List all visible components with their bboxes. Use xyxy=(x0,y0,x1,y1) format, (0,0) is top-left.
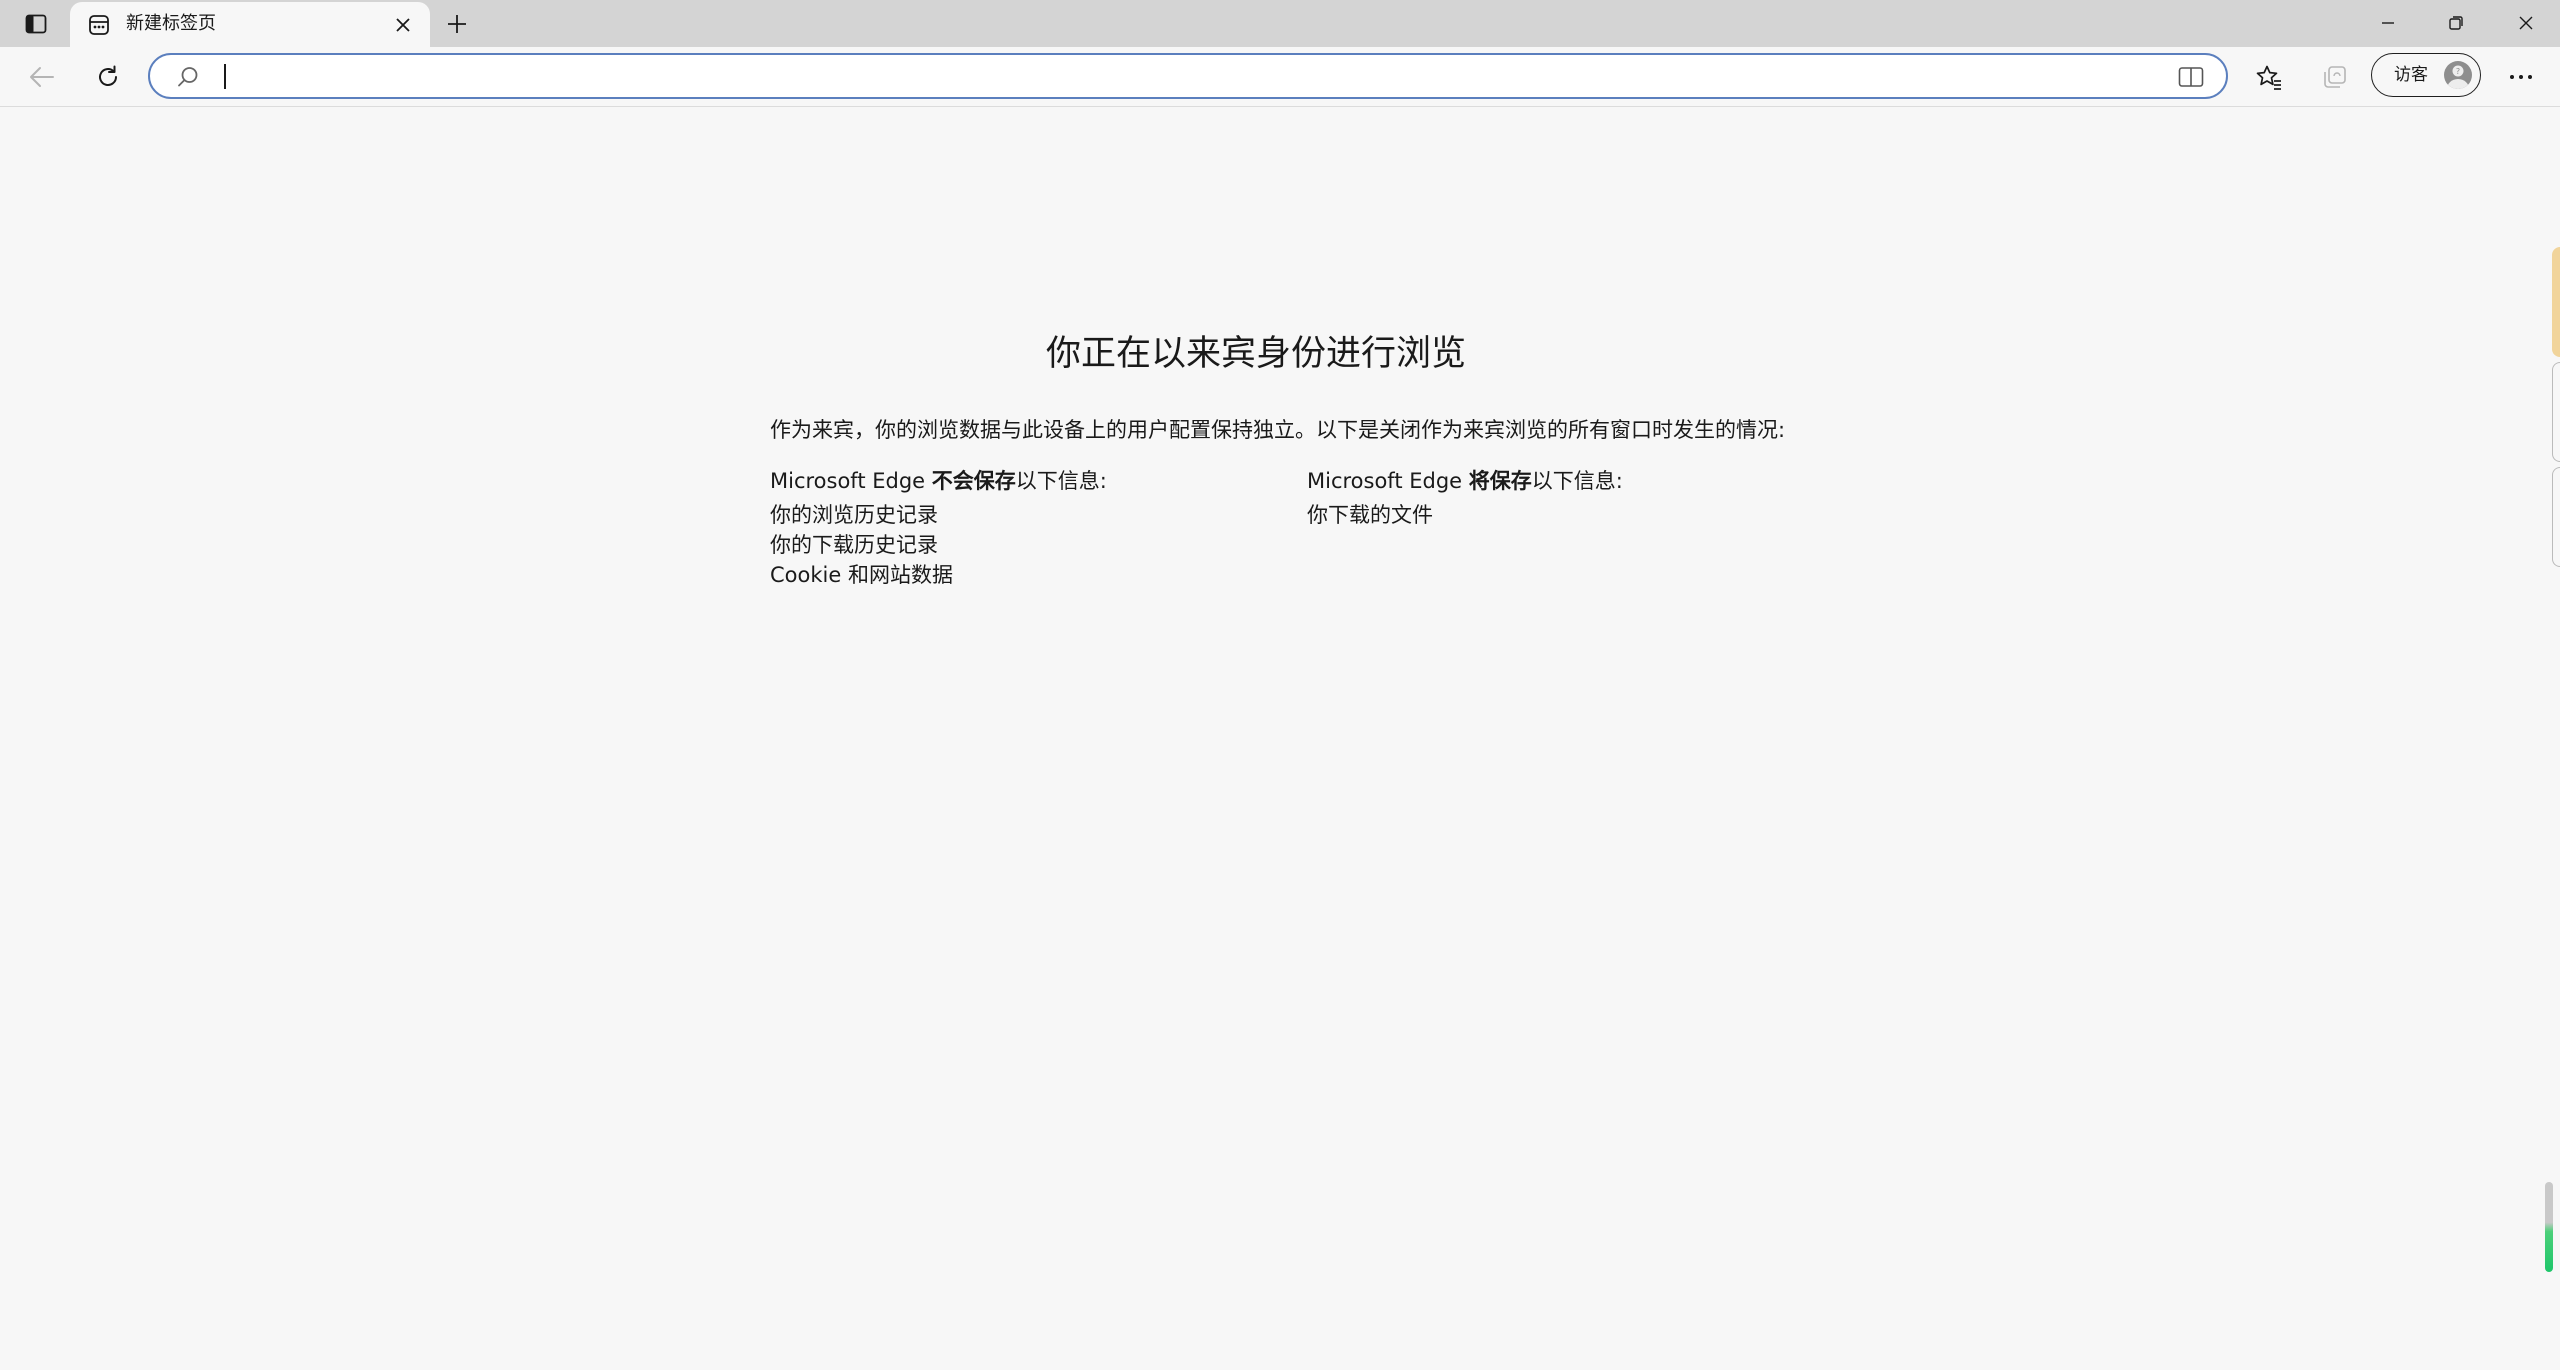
more-icon xyxy=(2510,75,2532,79)
new-tab-page-icon xyxy=(89,15,109,35)
close-icon xyxy=(2519,16,2533,30)
saved-section: Microsoft Edge 将保存以下信息: 你下载的文件 xyxy=(1307,466,1623,530)
guest-avatar-icon: ? xyxy=(2444,61,2472,89)
address-input[interactable] xyxy=(220,62,2120,92)
page-title: 你正在以来宾身份进行浏览 xyxy=(1045,334,1466,374)
tab-actions-button[interactable] xyxy=(14,8,58,40)
split-screen-icon[interactable] xyxy=(2178,66,2204,88)
address-bar[interactable] xyxy=(148,53,2228,99)
minimize-button[interactable] xyxy=(2354,0,2422,46)
search-icon xyxy=(178,67,198,87)
saved-heading-suffix: 以下信息: xyxy=(1531,469,1623,493)
tab-close-button[interactable] xyxy=(390,12,416,38)
refresh-icon xyxy=(99,65,117,86)
restore-icon xyxy=(2449,16,2463,30)
favorites-button[interactable] xyxy=(2249,57,2289,97)
guest-profile-button[interactable]: 访客 ? xyxy=(2371,53,2481,97)
text-caret xyxy=(224,64,226,89)
restore-button[interactable] xyxy=(2422,0,2490,46)
refresh-button[interactable] xyxy=(88,57,128,97)
svg-text:?: ? xyxy=(2456,67,2460,76)
more-menu-button[interactable] xyxy=(2501,57,2541,97)
not-saved-item: 你的浏览历史记录 xyxy=(770,503,938,527)
not-saved-section: Microsoft Edge 不会保存以下信息: 你的浏览历史记录 你的下载历史… xyxy=(770,466,1107,590)
guest-label: 访客 xyxy=(2394,65,2428,85)
minimize-icon xyxy=(2382,22,2394,24)
active-tab[interactable]: 新建标签页 xyxy=(70,2,430,47)
sidebar-edge-tab[interactable] xyxy=(2552,362,2560,462)
not-saved-heading-suffix: 以下信息: xyxy=(1015,469,1107,493)
not-saved-item: 你的下载历史记录 xyxy=(770,533,938,557)
tab-title: 新建标签页 xyxy=(126,13,216,34)
back-button[interactable] xyxy=(22,57,62,97)
saved-heading-prefix: Microsoft Edge xyxy=(1307,469,1469,493)
saved-heading-emphasis: 将保存 xyxy=(1468,469,1532,493)
back-arrow-icon xyxy=(30,67,54,87)
tab-actions-icon xyxy=(25,14,47,34)
not-saved-heading-prefix: Microsoft Edge xyxy=(770,469,932,493)
close-icon xyxy=(396,18,410,32)
guest-browsing-page: 你正在以来宾身份进行浏览 作为来宾，你的浏览数据与此设备上的用户配置保持独立。以… xyxy=(0,107,2560,1370)
not-saved-item: Cookie 和网站数据 xyxy=(770,563,953,587)
collections-icon xyxy=(2324,66,2346,88)
collections-button[interactable] xyxy=(2315,57,2355,97)
saved-heading: Microsoft Edge 将保存以下信息: xyxy=(1307,466,1623,500)
saved-item: 你下载的文件 xyxy=(1307,503,1433,527)
toolbar: 访客 ? xyxy=(0,47,2560,107)
plus-icon xyxy=(448,15,466,33)
guest-description: 作为来宾，你的浏览数据与此设备上的用户配置保持独立。以下是关闭作为来宾浏览的所有… xyxy=(770,418,1786,442)
new-tab-button[interactable] xyxy=(438,7,476,41)
not-saved-heading: Microsoft Edge 不会保存以下信息: xyxy=(770,466,1107,500)
tab-strip: 新建标签页 xyxy=(0,0,2560,47)
favorites-icon xyxy=(2256,65,2281,90)
not-saved-heading-emphasis: 不会保存 xyxy=(931,469,1016,493)
sidebar-edge-tab[interactable] xyxy=(2552,247,2560,357)
scroll-indicator xyxy=(2545,1182,2553,1272)
sidebar-edge-tab[interactable] xyxy=(2552,467,2560,567)
window-close-button[interactable] xyxy=(2492,0,2560,46)
